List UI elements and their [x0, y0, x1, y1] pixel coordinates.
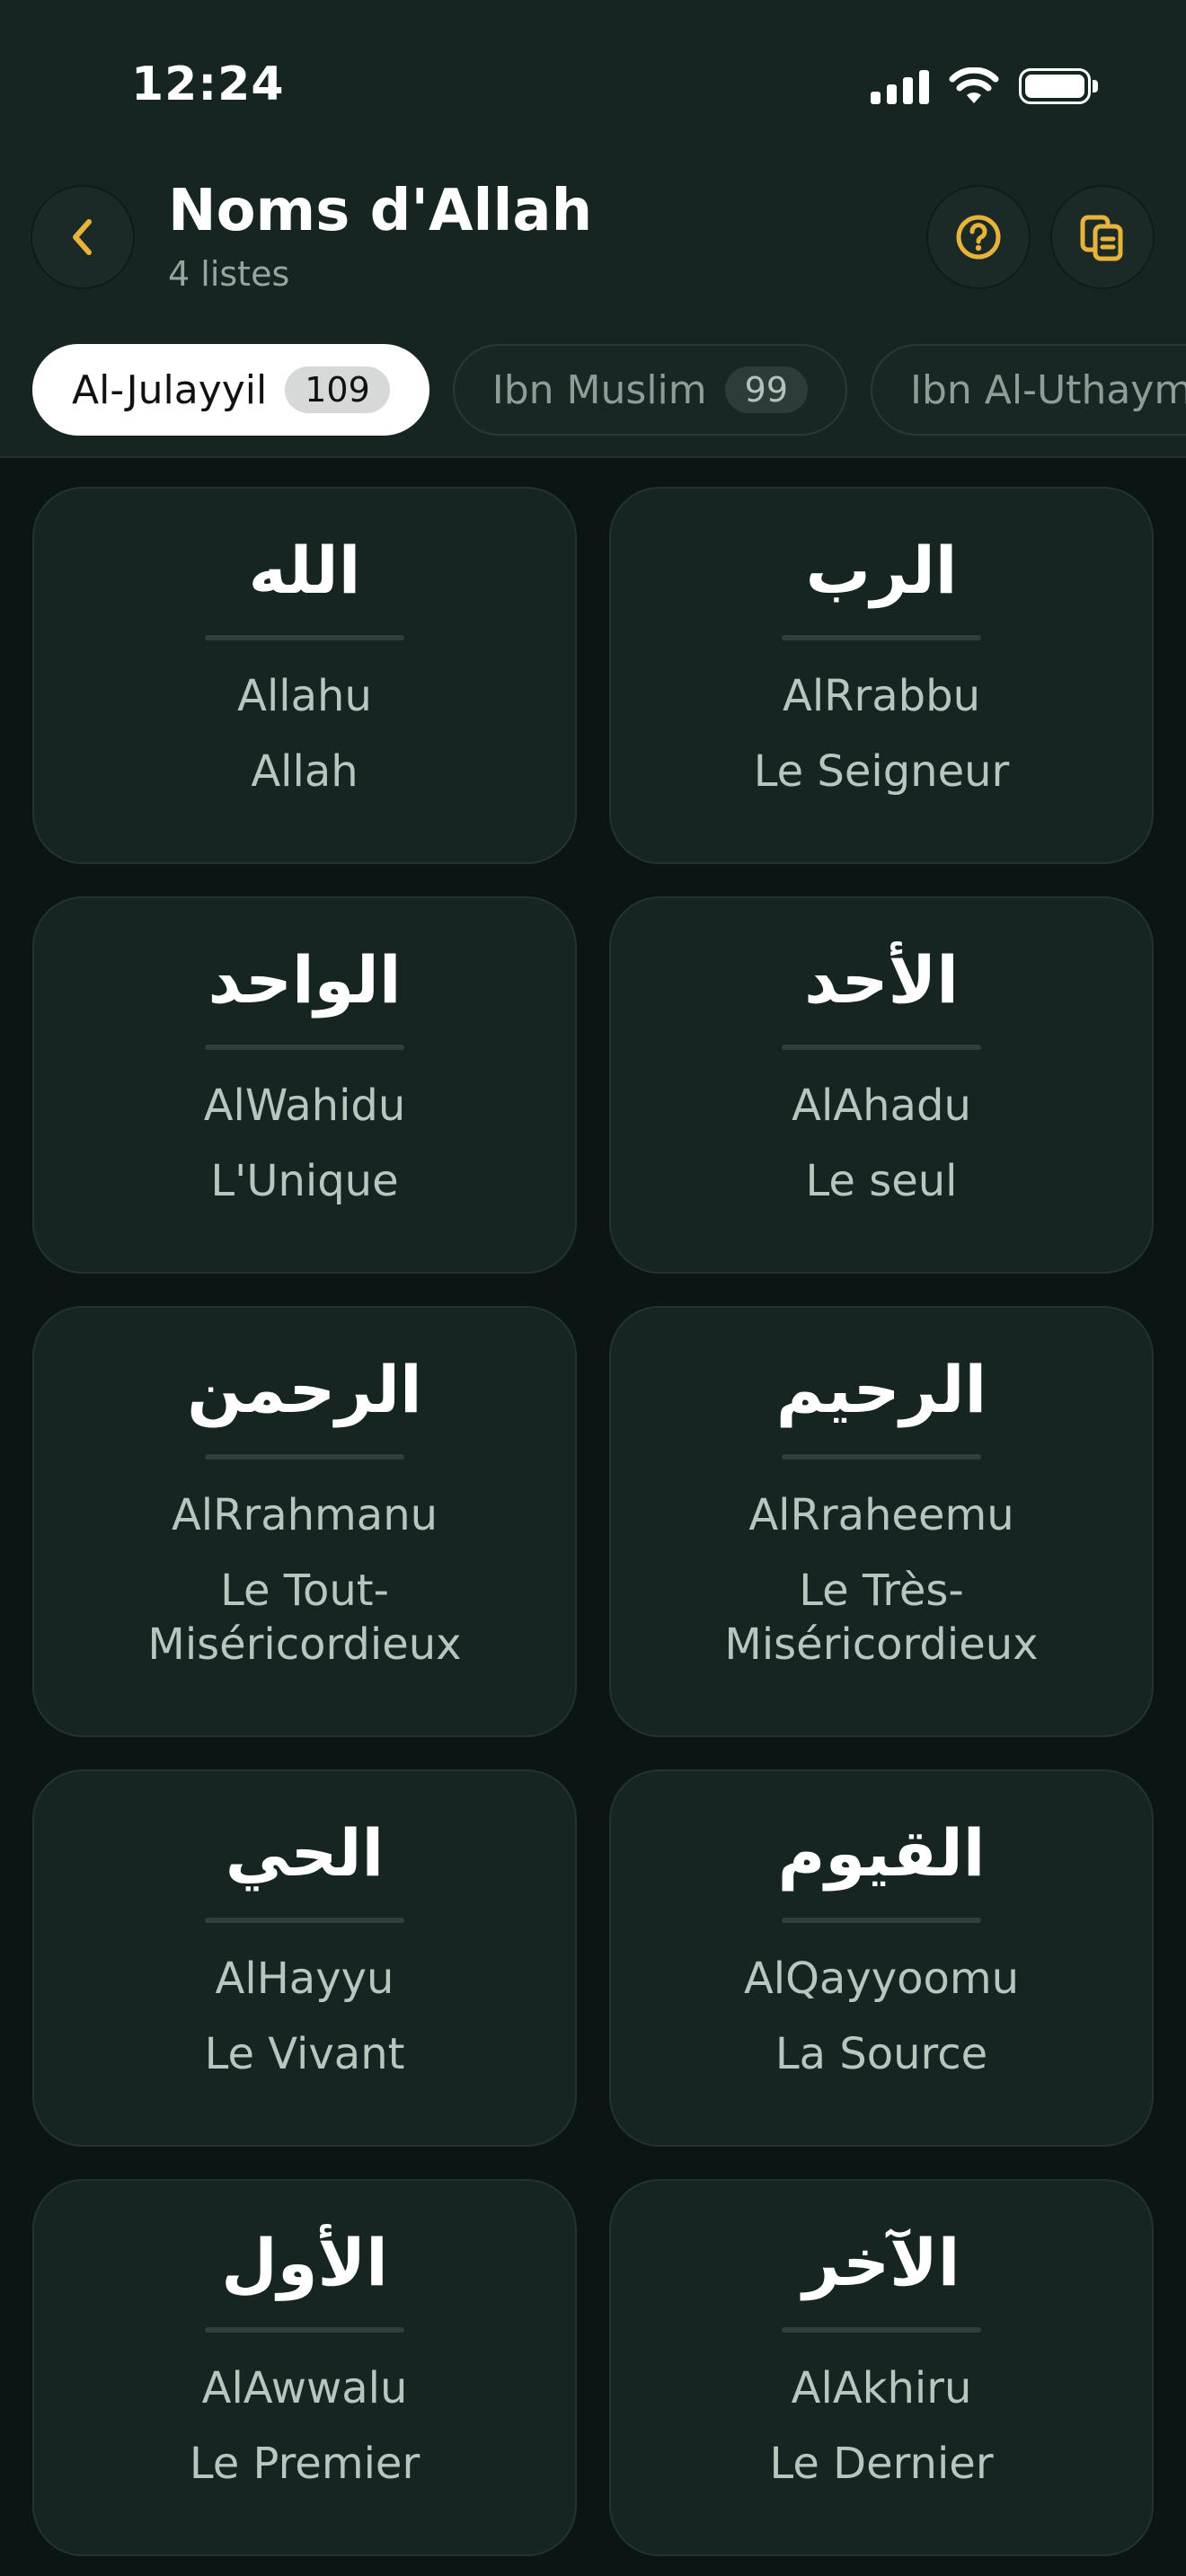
tab-count-badge: 109 — [285, 366, 390, 413]
name-transliteration: AlAwwalu — [201, 2363, 408, 2414]
name-meaning: Le Vivant — [204, 2029, 405, 2080]
name-arabic: الرحيم — [775, 1352, 987, 1427]
name-card[interactable]: الأحد AlAhadu Le seul — [609, 896, 1154, 1274]
tab-label: Ibn Muslim — [491, 366, 707, 413]
card-divider — [782, 1045, 981, 1051]
name-meaning: Le Premier — [189, 2439, 420, 2490]
name-card[interactable]: الرحيم AlRraheemu Le Très-Miséricordieux — [609, 1306, 1154, 1737]
card-divider — [205, 635, 404, 641]
page-title: Noms d'Allah — [168, 178, 593, 244]
name-transliteration: Allahu — [237, 671, 372, 722]
name-arabic: الأحد — [804, 942, 959, 1018]
name-transliteration: AlRraheemu — [748, 1490, 1014, 1541]
name-card[interactable]: الله Allahu Allah — [32, 487, 577, 864]
name-arabic: الله — [248, 533, 361, 608]
name-card[interactable]: الحي AlHayyu Le Vivant — [32, 1769, 577, 2147]
name-meaning: Le Très-Miséricordieux — [724, 1566, 1039, 1671]
name-transliteration: AlRrabbu — [782, 671, 981, 722]
name-arabic: الحي — [225, 1815, 385, 1891]
tab-al-julayyil[interactable]: Al-Julayyil 109 — [32, 344, 429, 436]
tab-ibn-muslim[interactable]: Ibn Muslim 99 — [452, 344, 847, 436]
card-divider — [782, 1454, 981, 1460]
name-arabic: الرحمن — [187, 1352, 422, 1427]
card-divider — [205, 1454, 404, 1460]
status-icons — [871, 65, 1100, 108]
name-meaning: L'Unique — [210, 1156, 399, 1207]
name-card[interactable]: الأول AlAwwalu Le Premier — [32, 2179, 577, 2556]
copy-icon — [1080, 215, 1123, 261]
name-card[interactable]: الرب AlRrabbu Le Seigneur — [609, 487, 1154, 864]
names-grid: الله Allahu Allah الرب AlRrabbu Le Seign… — [32, 487, 1154, 2556]
name-transliteration: AlHayyu — [215, 1954, 394, 2005]
name-meaning: Le Dernier — [769, 2439, 994, 2490]
tab-count-badge: 99 — [724, 366, 808, 413]
name-meaning: Le Seigneur — [753, 746, 1010, 798]
card-divider — [782, 635, 981, 641]
page-subtitle: 4 listes — [168, 254, 290, 294]
back-button[interactable] — [31, 185, 135, 289]
chevron-left-icon — [73, 219, 92, 255]
name-transliteration: AlAhadu — [792, 1081, 971, 1132]
name-card[interactable]: الرحمن AlRrahmanu Le Tout-Miséricordieux — [32, 1306, 577, 1737]
help-button[interactable] — [926, 185, 1031, 289]
name-arabic: الواحد — [208, 942, 402, 1018]
tab-label: Al-Julayyil — [72, 366, 268, 413]
name-arabic: الآخر — [802, 2225, 960, 2300]
wifi-icon — [949, 67, 999, 103]
top-bar: 12:24 Noms d'Allah 4 listes Al-Julayyil … — [0, 0, 1186, 458]
cellular-signal-icon — [871, 68, 929, 104]
name-meaning: Allah — [251, 746, 358, 798]
battery-icon — [1019, 68, 1100, 104]
name-arabic: الرب — [805, 533, 958, 608]
card-divider — [782, 2327, 981, 2333]
name-transliteration: AlRrahmanu — [171, 1490, 438, 1541]
status-time: 12:24 — [131, 57, 285, 111]
name-card[interactable]: الواحد AlWahidu L'Unique — [32, 896, 577, 1274]
name-arabic: الأول — [221, 2225, 388, 2300]
copy-button[interactable] — [1050, 185, 1155, 289]
question-circle-icon — [956, 215, 1001, 260]
name-card[interactable]: الآخر AlAkhiru Le Dernier — [609, 2179, 1154, 2556]
tab-label: Ibn Al-Uthaymi — [910, 366, 1186, 413]
name-arabic: القيوم — [777, 1815, 986, 1891]
list-tabs: Al-Julayyil 109 Ibn Muslim 99 Ibn Al-Uth… — [32, 344, 1186, 436]
name-transliteration: AlWahidu — [203, 1081, 406, 1132]
name-transliteration: AlAkhiru — [791, 2363, 972, 2414]
name-meaning: Le seul — [805, 1156, 958, 1207]
tab-ibn-al-uthaymin[interactable]: Ibn Al-Uthaymi — [871, 344, 1186, 436]
name-meaning: La Source — [774, 2029, 988, 2080]
card-divider — [782, 1918, 981, 1924]
name-card[interactable]: القيوم AlQayyoomu La Source — [609, 1769, 1154, 2147]
card-divider — [205, 2327, 404, 2333]
card-divider — [205, 1918, 404, 1924]
name-transliteration: AlQayyoomu — [743, 1954, 1020, 2005]
name-meaning: Le Tout-Miséricordieux — [147, 1566, 462, 1671]
card-divider — [205, 1045, 404, 1051]
